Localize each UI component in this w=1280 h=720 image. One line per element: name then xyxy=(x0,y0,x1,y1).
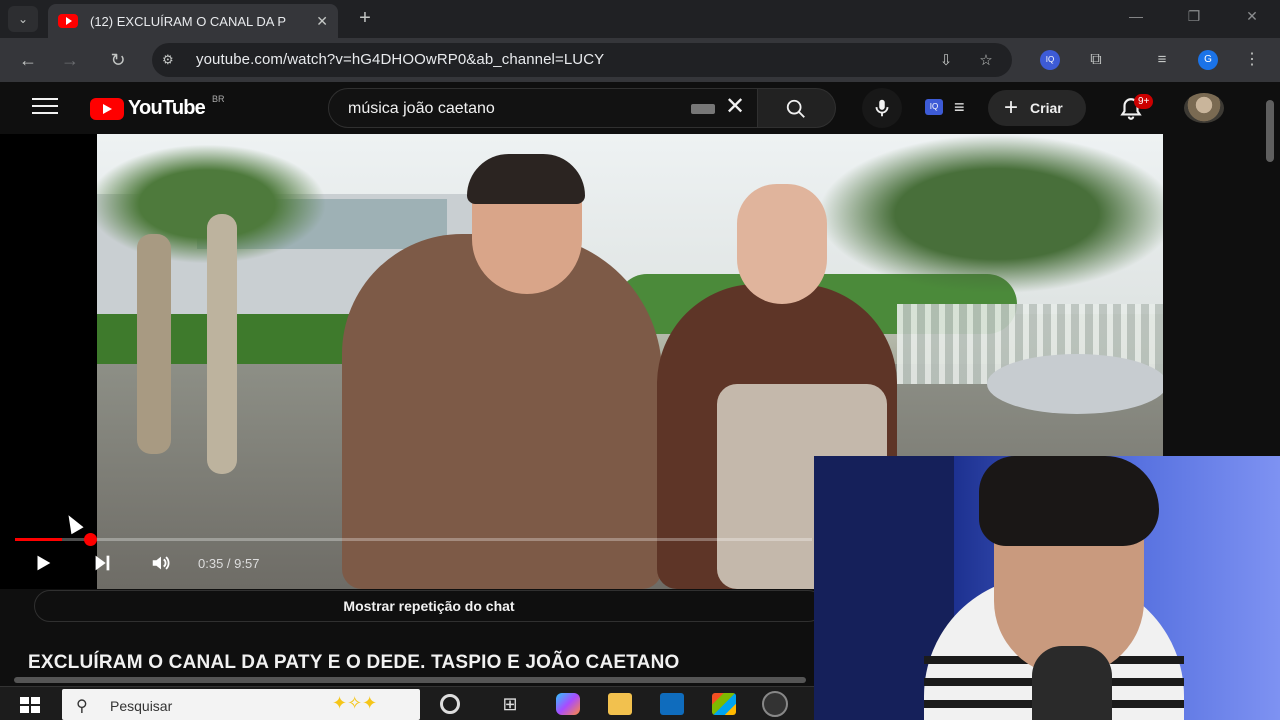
video-scrubber-handle[interactable] xyxy=(84,533,97,546)
window-close-icon[interactable]: ✕ xyxy=(1242,8,1262,28)
create-label: Criar xyxy=(1030,100,1063,116)
volume-icon[interactable] xyxy=(149,552,173,574)
microphone-icon xyxy=(875,99,889,117)
profile-avatar-icon[interactable]: G xyxy=(1198,50,1218,70)
youtube-wordmark: YouTube xyxy=(128,97,206,119)
tab-search-dropdown-icon[interactable]: ⌄ xyxy=(8,6,38,32)
url-text[interactable]: youtube.com/watch?v=hG4DHOOwRP0&ab_chann… xyxy=(196,51,604,68)
window-minimize-icon[interactable]: — xyxy=(1126,8,1146,28)
cortana-circle-icon[interactable] xyxy=(440,694,460,714)
search-highlight-sparkle-icon: ✦✧✦ xyxy=(332,693,378,713)
windows-start-icon[interactable] xyxy=(20,697,40,713)
back-arrow-icon[interactable]: ← xyxy=(16,48,40,72)
country-code: BR xyxy=(212,94,225,104)
extension-list-icon[interactable]: ≡ xyxy=(954,97,965,118)
voice-search-button[interactable] xyxy=(862,88,902,128)
video-title: EXCLUÍRAM O CANAL DA PATY E O DEDE. TASP… xyxy=(28,652,680,673)
file-explorer-icon[interactable] xyxy=(608,693,632,715)
site-info-icon[interactable]: ⚙ xyxy=(162,52,180,68)
hamburger-menu-icon[interactable] xyxy=(32,98,58,118)
notification-count-badge: 9+ xyxy=(1134,94,1154,109)
video-progress-bar[interactable] xyxy=(15,538,812,541)
windows-taskbar: ⚲ Pesquisar ✦✧✦ ⊞ xyxy=(0,686,820,720)
tab-title: (12) EXCLUÍRAM O CANAL DA P xyxy=(90,13,287,29)
extension-iq-icon[interactable]: IQ xyxy=(1040,50,1060,70)
youtube-masthead: YouTube BR música joão caetano ✕ IQ ≡ + … xyxy=(0,82,1280,134)
webcam-overlay xyxy=(814,456,1280,720)
search-icon xyxy=(786,99,805,118)
taskbar-search-icon: ⚲ xyxy=(76,698,88,715)
play-icon[interactable] xyxy=(32,552,54,574)
account-avatar[interactable] xyxy=(1184,93,1224,123)
tab-close-icon[interactable]: ✕ xyxy=(316,13,328,30)
address-bar[interactable]: ⚙ youtube.com/watch?v=hG4DHOOwRP0&ab_cha… xyxy=(152,43,1012,77)
browser-tab-strip: ⌄ (12) EXCLUÍRAM O CANAL DA P ✕ + — ❐ ✕ xyxy=(0,0,1280,38)
horizontal-scrollbar-thumb[interactable] xyxy=(14,677,806,683)
microsoft-store-icon[interactable] xyxy=(712,693,736,715)
window-restore-icon[interactable]: ❐ xyxy=(1184,8,1204,28)
show-chat-replay-button[interactable]: Mostrar repetição do chat xyxy=(34,590,824,622)
extension-iq-yt-icon[interactable]: IQ xyxy=(925,99,943,115)
horizontal-scrollbar[interactable] xyxy=(0,675,812,685)
browser-toolbar: ← → ↻ ⚙ youtube.com/watch?v=hG4DHOOwRP0&… xyxy=(0,38,1280,82)
search-query-text[interactable]: música joão caetano xyxy=(348,100,495,118)
youtube-logo[interactable]: YouTube xyxy=(90,97,206,120)
search-input[interactable]: música joão caetano ✕ xyxy=(328,88,758,128)
extensions-puzzle-icon[interactable]: ⧉ xyxy=(1086,50,1106,70)
task-view-icon[interactable]: ⊞ xyxy=(498,693,522,715)
create-button[interactable]: + Criar xyxy=(988,90,1086,126)
virtual-keyboard-icon[interactable] xyxy=(691,104,715,114)
reload-icon[interactable]: ↻ xyxy=(106,48,130,72)
page-scrollbar-thumb[interactable] xyxy=(1266,100,1274,162)
bookmark-star-icon[interactable]: ☆ xyxy=(976,51,996,71)
search-button[interactable] xyxy=(758,88,836,128)
video-time-display: 0:35 / 9:57 xyxy=(198,556,260,571)
media-controls-icon[interactable]: ≡ xyxy=(1152,50,1172,70)
copilot-icon[interactable] xyxy=(556,693,580,715)
next-video-icon[interactable] xyxy=(91,552,113,574)
video-progress-played xyxy=(15,538,62,541)
youtube-play-logo-icon xyxy=(90,97,124,120)
taskbar-search-box[interactable]: ⚲ Pesquisar ✦✧✦ xyxy=(62,689,420,720)
taskbar-search-placeholder: Pesquisar xyxy=(110,698,173,714)
new-tab-plus-icon[interactable]: + xyxy=(354,8,376,30)
browser-tab-active[interactable]: (12) EXCLUÍRAM O CANAL DA P ✕ xyxy=(48,4,338,38)
browser-menu-icon[interactable]: ⋮ xyxy=(1242,50,1262,70)
plus-icon: + xyxy=(1004,94,1019,121)
youtube-favicon-icon xyxy=(58,14,78,28)
obs-studio-icon[interactable] xyxy=(762,691,788,717)
outlook-icon[interactable] xyxy=(660,693,684,715)
install-app-icon[interactable]: ⇩ xyxy=(936,51,956,71)
clear-search-icon[interactable]: ✕ xyxy=(725,95,745,119)
forward-arrow-icon[interactable]: → xyxy=(58,48,82,72)
